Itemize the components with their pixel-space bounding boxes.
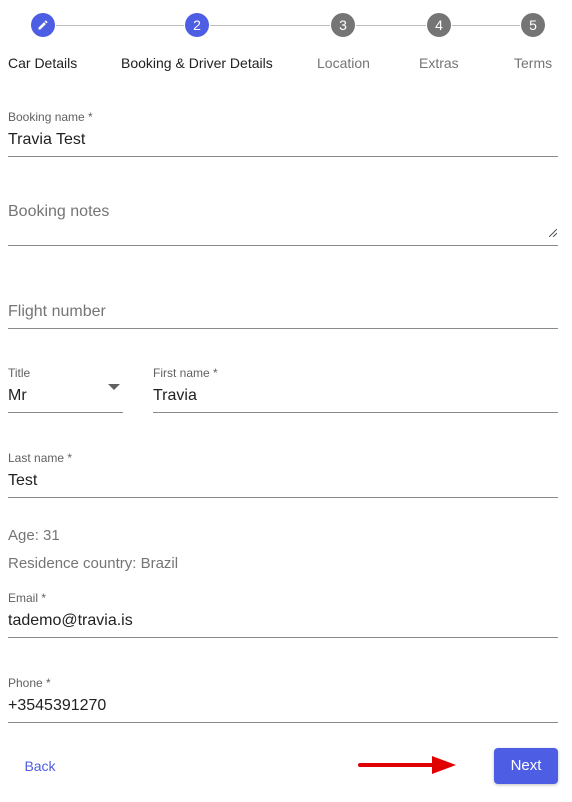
email-field[interactable]: Email * tademo@travia.is (8, 589, 558, 639)
last-name-label: Last name * (8, 451, 73, 465)
age-text: Age: 31 (8, 527, 60, 544)
step-1-circle[interactable] (31, 13, 55, 37)
email-underline (8, 637, 558, 638)
dropdown-arrow-icon[interactable] (108, 384, 120, 390)
booking-name-input[interactable]: Travia Test (8, 131, 85, 149)
step-4-circle[interactable]: 4 (427, 13, 451, 37)
first-name-field[interactable]: First name * Travia (153, 364, 558, 414)
booking-name-label: Booking name * (8, 110, 93, 124)
title-value[interactable]: Mr (8, 387, 27, 405)
first-name-label: First name * (153, 366, 218, 380)
step-connector (356, 25, 426, 26)
booking-notes-field[interactable]: Booking notes (8, 196, 558, 246)
step-5-circle[interactable]: 5 (521, 13, 545, 37)
email-label: Email * (8, 591, 47, 605)
email-input[interactable]: tademo@travia.is (8, 612, 133, 630)
phone-input[interactable]: +3545391270 (8, 697, 106, 715)
last-name-underline (8, 497, 558, 498)
title-select[interactable]: Title Mr (8, 364, 123, 414)
step-5-label[interactable]: Terms (514, 55, 552, 71)
red-arrow-icon (358, 756, 456, 774)
flight-number-field[interactable]: Flight number (8, 296, 558, 330)
step-4-label[interactable]: Extras (419, 55, 459, 71)
step-connector (452, 25, 520, 26)
pencil-icon (38, 20, 48, 30)
back-button[interactable]: Back (10, 752, 70, 780)
first-name-input[interactable]: Travia (153, 387, 197, 405)
step-3-circle[interactable]: 3 (331, 13, 355, 37)
booking-name-field[interactable]: Booking name * Travia Test (8, 108, 558, 158)
title-label: Title (8, 366, 31, 380)
flight-number-input[interactable]: Flight number (8, 303, 106, 321)
step-2-circle[interactable]: 2 (185, 13, 209, 37)
title-underline (8, 412, 123, 413)
step-connector (210, 25, 330, 26)
last-name-field[interactable]: Last name * Test (8, 449, 558, 499)
residence-country-text: Residence country: Brazil (8, 555, 179, 572)
flight-number-underline (8, 328, 558, 329)
first-name-underline (153, 412, 558, 413)
step-2-label[interactable]: Booking & Driver Details (121, 55, 273, 71)
next-button[interactable]: Next (494, 748, 558, 784)
last-name-input[interactable]: Test (8, 472, 37, 490)
booking-notes-input[interactable]: Booking notes (8, 203, 109, 221)
booking-notes-underline (8, 245, 558, 246)
phone-field[interactable]: Phone * +3545391270 (8, 674, 558, 724)
phone-label: Phone * (8, 676, 51, 690)
resize-handle-icon[interactable] (549, 229, 557, 237)
phone-underline (8, 722, 558, 723)
step-1-label[interactable]: Car Details (8, 55, 77, 71)
step-3-label[interactable]: Location (317, 55, 370, 71)
step-connector (56, 25, 184, 26)
stepper: 2 3 4 5 Car Details Booking & Driver Det… (0, 0, 572, 90)
booking-name-underline (8, 156, 558, 157)
